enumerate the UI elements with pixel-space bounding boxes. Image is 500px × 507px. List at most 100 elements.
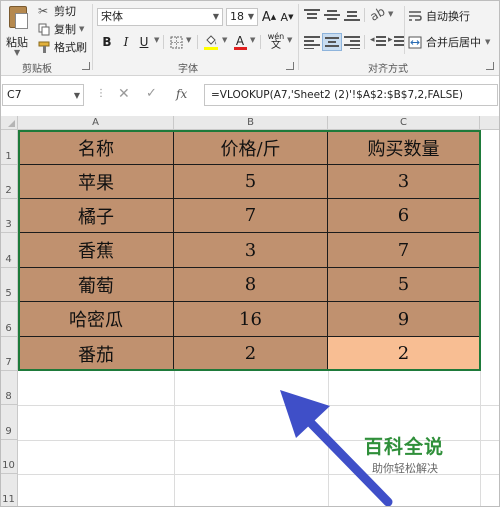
decrease-indent-button[interactable]: ◂ — [370, 35, 386, 49]
clipboard-dialog-launcher[interactable] — [82, 62, 90, 70]
copy-dropdown-icon[interactable]: ▼ — [79, 25, 84, 33]
paint-bucket-icon — [206, 34, 217, 45]
formula-input[interactable]: =VLOOKUP(A7,'Sheet2 (2)'!$A$2:$B$7,2,FAL… — [204, 84, 498, 106]
increase-indent-button[interactable]: ▸ — [388, 35, 404, 49]
italic-button[interactable]: I — [118, 33, 134, 51]
cell-a7[interactable]: 番茄 — [19, 337, 174, 371]
row-number: 11 — [2, 494, 15, 505]
paste-button[interactable]: 粘贴 ▼ — [4, 4, 32, 57]
top-align-button[interactable] — [304, 8, 320, 22]
watermark: 百科全说 助你轻松解决 — [362, 432, 482, 482]
bold-icon: B — [102, 35, 112, 49]
enter-icon[interactable]: ✓ — [146, 86, 157, 101]
borders-icon — [170, 36, 182, 48]
align-left-button[interactable] — [304, 35, 320, 49]
underline-button[interactable]: U — [136, 33, 152, 51]
align-right-button[interactable] — [344, 35, 360, 49]
column-header-d[interactable] — [480, 116, 500, 130]
bottom-align-button[interactable] — [344, 8, 360, 22]
orientation-dropdown-icon[interactable]: ▼ — [388, 10, 393, 18]
cell-c3[interactable]: 6 — [328, 199, 480, 233]
orientation-icon[interactable]: ab — [368, 4, 388, 24]
align-center-button[interactable] — [322, 33, 342, 51]
font-name-dropdown[interactable]: 宋体 ▼ — [97, 8, 223, 26]
row-header-2[interactable]: 2 — [0, 165, 18, 199]
cell-c7[interactable]: 2 — [328, 337, 480, 371]
row-header-4[interactable]: 4 — [0, 233, 18, 268]
row-header-1[interactable]: 1 — [0, 130, 18, 165]
column-header-b[interactable]: B — [174, 116, 328, 130]
font-size-dropdown[interactable]: 18 ▼ — [226, 8, 258, 26]
cell-c6[interactable]: 9 — [328, 302, 480, 337]
cell-a3[interactable]: 橘子 — [19, 199, 174, 233]
wrap-text-button[interactable]: 自动换行 — [408, 8, 470, 24]
font-dialog-launcher[interactable] — [286, 62, 294, 70]
header-cell-a[interactable]: 名称 — [19, 131, 174, 165]
format-painter-button[interactable]: 格式刷 — [38, 39, 87, 55]
cut-button[interactable]: ✂ 剪切 — [38, 3, 76, 19]
chevron-down-icon: ▼ — [247, 12, 254, 21]
borders-dropdown-icon[interactable]: ▼ — [186, 36, 191, 44]
cancel-icon[interactable]: ✕ — [118, 86, 130, 102]
cell-b6[interactable]: 16 — [174, 302, 328, 337]
shrink-font-button[interactable]: A ▼ — [279, 8, 295, 26]
format-painter-label: 格式刷 — [54, 41, 87, 54]
bold-button[interactable]: B — [99, 33, 115, 51]
select-all-button[interactable] — [0, 116, 18, 130]
divider — [364, 35, 365, 49]
fill-color-button[interactable] — [203, 33, 219, 51]
insert-function-button[interactable]: fx — [176, 87, 187, 101]
cell-a5[interactable]: 葡萄 — [19, 268, 174, 302]
row-header-7[interactable]: 7 — [0, 337, 18, 371]
cell-c4[interactable]: 7 — [328, 233, 480, 268]
underline-dropdown-icon[interactable]: ▼ — [154, 36, 159, 44]
cell-b5[interactable]: 8 — [174, 268, 328, 302]
table-top-border — [19, 131, 480, 132]
grow-font-button[interactable]: A ▲ — [261, 8, 277, 26]
gridline — [18, 405, 500, 406]
cell-b3[interactable]: 7 — [174, 199, 328, 233]
group-divider — [92, 4, 93, 70]
wrap-text-icon — [409, 10, 422, 21]
font-size-value: 18 — [230, 10, 244, 23]
merge-dropdown-icon[interactable]: ▼ — [485, 38, 490, 46]
header-cell-c[interactable]: 购买数量 — [328, 131, 480, 165]
name-box[interactable]: C7 ▼ — [2, 84, 84, 106]
cell-b4[interactable]: 3 — [174, 233, 328, 268]
row-header-5[interactable]: 5 — [0, 268, 18, 302]
row-header-3[interactable]: 3 — [0, 199, 18, 233]
cell-a6[interactable]: 哈密瓜 — [19, 302, 174, 337]
phonetic-guide-button[interactable]: wén 文 — [266, 33, 286, 51]
column-header-a[interactable]: A — [18, 116, 174, 130]
cell-a4[interactable]: 香蕉 — [19, 233, 174, 268]
row-header-9[interactable]: 9 — [0, 405, 18, 440]
cell-c2[interactable]: 3 — [328, 165, 480, 199]
column-header-c[interactable]: C — [328, 116, 480, 130]
row-number: 8 — [5, 391, 12, 402]
header-cell-b[interactable]: 价格/斤 — [174, 131, 328, 165]
middle-align-button[interactable] — [324, 8, 340, 22]
clipboard-group-label: 剪贴板 — [22, 64, 52, 75]
row-header-10[interactable]: 10 — [0, 440, 18, 474]
borders-button[interactable] — [168, 33, 184, 51]
divider — [163, 35, 164, 49]
row-header-8[interactable]: 8 — [0, 371, 18, 405]
copy-label: 复制 — [54, 23, 76, 36]
cell-b2[interactable]: 5 — [174, 165, 328, 199]
cell-a2[interactable]: 苹果 — [19, 165, 174, 199]
font-color-dropdown-icon[interactable]: ▼ — [250, 36, 255, 44]
merge-center-icon — [408, 36, 422, 48]
font-color-button[interactable]: A — [232, 33, 248, 51]
cell-c5[interactable]: 5 — [328, 268, 480, 302]
alignment-dialog-launcher[interactable] — [486, 62, 494, 70]
copy-button[interactable]: 复制 ▼ — [38, 21, 84, 37]
merge-center-button[interactable]: 合并后居中 ▼ — [408, 34, 490, 50]
row-header-6[interactable]: 6 — [0, 302, 18, 337]
underline-icon: U — [139, 35, 149, 49]
chevron-down-icon[interactable]: ▼ — [14, 48, 20, 57]
phonetic-dropdown-icon[interactable]: ▼ — [287, 36, 292, 44]
cell-b7[interactable]: 2 — [174, 337, 328, 371]
row-header-11[interactable]: 11 — [0, 474, 18, 507]
row-number: 4 — [5, 254, 12, 265]
fill-color-dropdown-icon[interactable]: ▼ — [222, 36, 227, 44]
